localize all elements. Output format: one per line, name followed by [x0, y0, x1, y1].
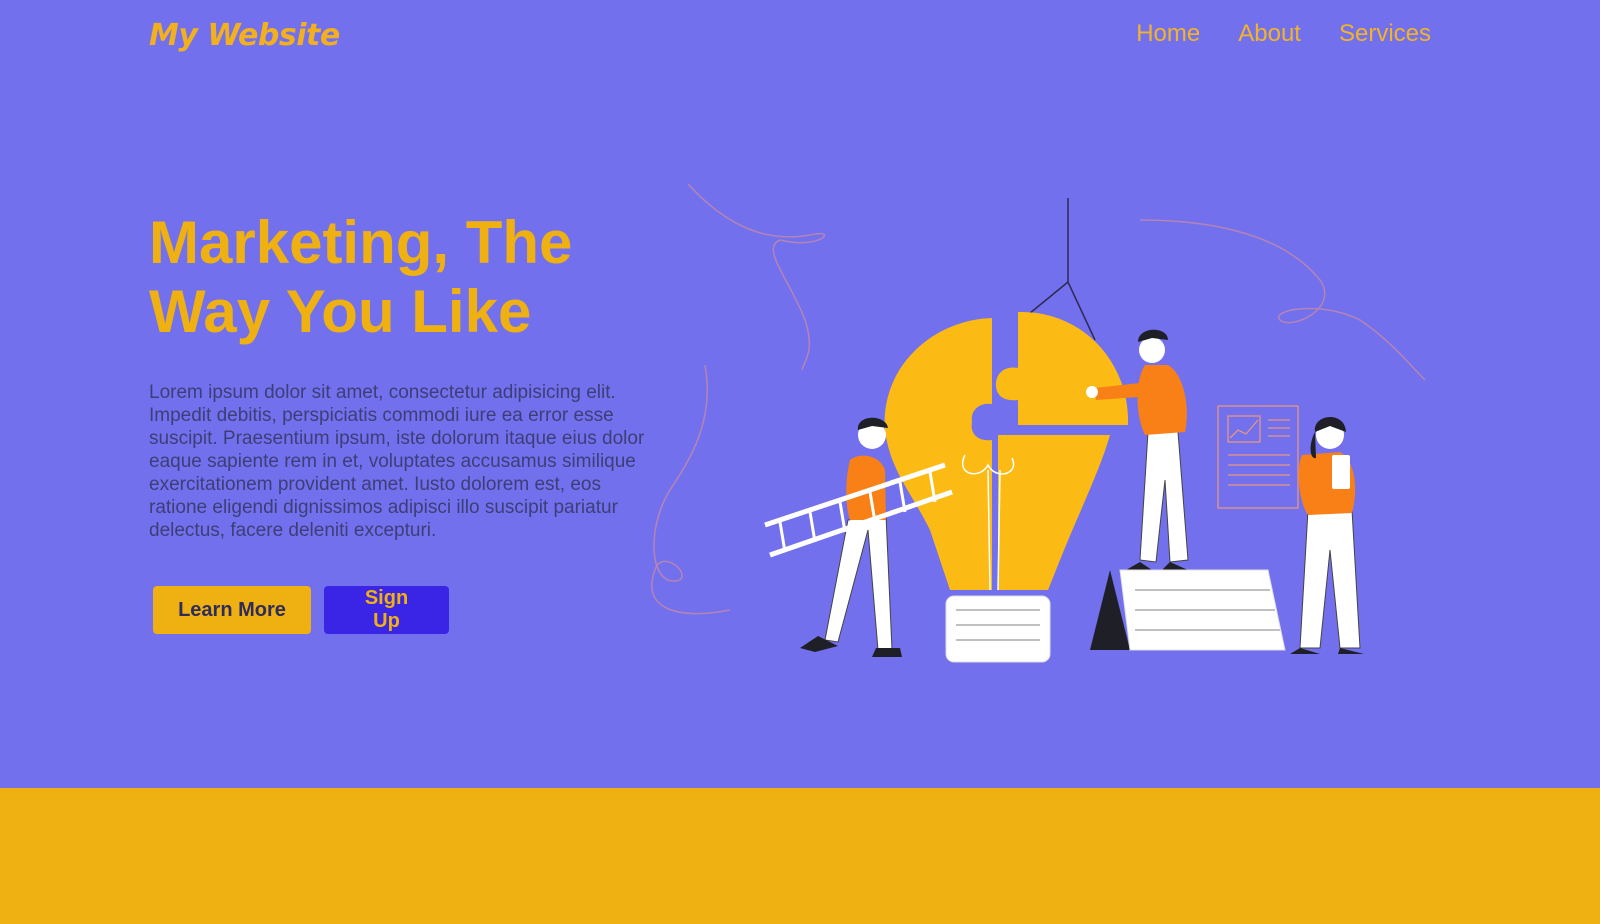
hero-actions: Learn More Sign Up	[153, 586, 449, 634]
chart-document	[1217, 405, 1299, 509]
site-logo[interactable]: My Website	[149, 18, 340, 53]
learn-more-button[interactable]: Learn More	[153, 586, 311, 634]
hero-illustration	[651, 183, 1426, 663]
nav-link-about[interactable]: About	[1238, 20, 1301, 48]
lightbulb-puzzle	[884, 311, 1129, 663]
nav-link-services[interactable]: Services	[1339, 20, 1431, 48]
woman-with-clipboard	[1290, 416, 1364, 654]
hero-description: Lorem ipsum dolor sit amet, consectetur …	[149, 382, 645, 541]
hero-headline: Marketing, The Way You Like	[149, 209, 573, 345]
nav-link-home[interactable]: Home	[1136, 20, 1200, 48]
footer-band	[0, 788, 1600, 924]
main-nav: Home About Services	[1136, 20, 1431, 48]
sign-up-button[interactable]: Sign Up	[324, 586, 449, 634]
